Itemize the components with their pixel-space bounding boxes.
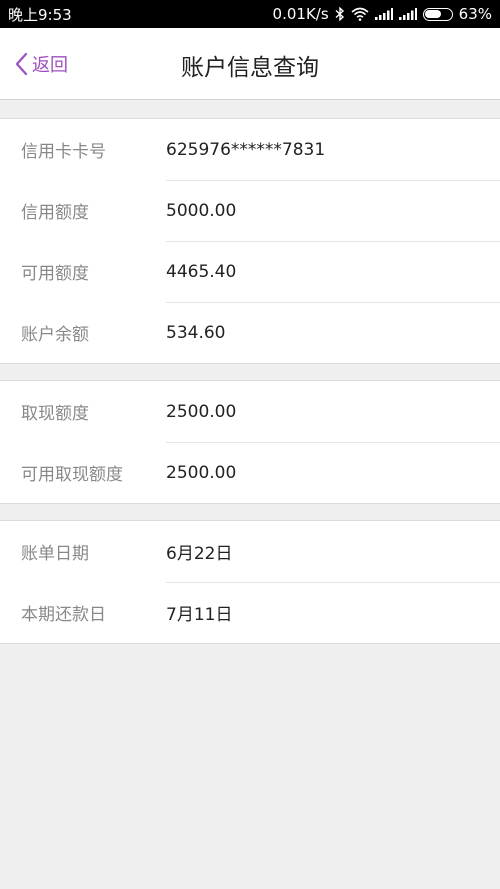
wifi-icon [351,7,369,21]
row-label: 信用额度 [21,203,89,223]
info-row-account-balance: 账户余额 534.60 [0,302,500,363]
row-value: 6月22日 [166,544,233,564]
status-right: 0.01K/s 63% [273,5,492,23]
row-label: 可用取现额度 [21,465,123,485]
page-title: 账户信息查询 [181,55,319,81]
section-cash-withdrawal: 取现额度 2500.00 可用取现额度 2500.00 [0,380,500,504]
info-row-payment-due-date: 本期还款日 7月11日 [0,582,500,643]
info-row-credit-limit: 信用额度 5000.00 [0,180,500,241]
row-value: 7月11日 [166,605,233,625]
row-label: 账户余额 [21,325,89,345]
header: 返回 账户信息查询 [0,28,500,100]
status-time: 晚上9:53 [8,5,72,24]
signal-icon [398,8,417,20]
row-label: 取现额度 [21,404,89,424]
info-row-cash-limit: 取现额度 2500.00 [0,381,500,442]
battery-icon [422,7,453,21]
row-label: 信用卡卡号 [21,142,106,162]
bluetooth-icon [335,7,345,21]
row-value: 4465.40 [166,261,237,282]
info-row-available-credit: 可用额度 4465.40 [0,241,500,302]
row-label: 本期还款日 [21,605,106,625]
row-label: 账单日期 [21,544,89,564]
info-row-statement-date: 账单日期 6月22日 [0,521,500,582]
row-value: 2500.00 [166,401,237,422]
section-billing-dates: 账单日期 6月22日 本期还款日 7月11日 [0,520,500,644]
status-bar: 晚上9:53 0.01K/s 63% [0,0,500,28]
row-label: 可用额度 [21,264,89,284]
row-value: 625976******7831 [166,139,326,160]
network-speed: 0.01K/s [272,5,329,23]
row-value: 5000.00 [166,200,237,221]
info-row-available-cash-limit: 可用取现额度 2500.00 [0,442,500,503]
row-value: 534.60 [166,322,226,343]
signal-icon [374,8,393,20]
section-card-info: 信用卡卡号 625976******7831 信用额度 5000.00 可用额度… [0,118,500,364]
battery-percent: 63% [458,5,492,23]
row-value: 2500.00 [166,462,237,483]
info-row-card-number: 信用卡卡号 625976******7831 [0,119,500,180]
